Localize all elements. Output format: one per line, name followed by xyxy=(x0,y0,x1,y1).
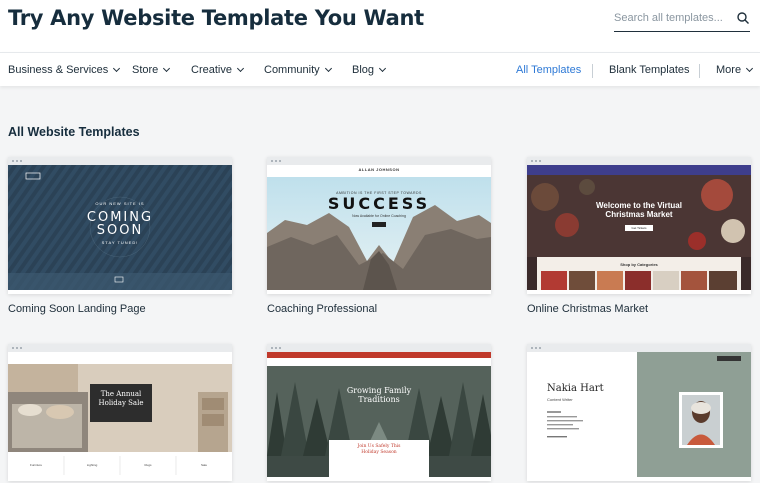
search-icon[interactable] xyxy=(736,11,750,25)
template-thumbnail: The Annual Holiday Sale Furniture Lighti… xyxy=(8,352,232,477)
chevron-down-icon xyxy=(113,64,121,73)
template-name[interactable]: Online Christmas Market xyxy=(527,303,648,315)
preview-category: Lighting xyxy=(86,463,98,467)
preview-headline: Traditions xyxy=(358,395,400,404)
browser-bar xyxy=(527,157,751,165)
preview-role: Content Writer xyxy=(547,397,573,402)
nav-label: Blog xyxy=(352,64,375,76)
preview-cta: Join Us Safely This xyxy=(357,444,401,449)
template-name[interactable]: Coaching Professional xyxy=(267,303,377,315)
template-card[interactable]: ALLAN JOHNSON AMBITION IS THE FIRST STEP… xyxy=(267,157,491,315)
template-card[interactable]: OUR NEW SITE IS COMING SOON STAY TUNED! … xyxy=(8,157,232,315)
template-preview[interactable]: Nakia Hart Content Writer xyxy=(527,344,751,481)
template-card[interactable]: Nakia Hart Content Writer xyxy=(527,344,751,481)
template-thumbnail: ALLAN JOHNSON AMBITION IS THE FIRST STEP… xyxy=(267,165,491,290)
preview-cta: Holiday Season xyxy=(361,450,397,455)
template-preview[interactable]: Growing Family Traditions Join Us Safely… xyxy=(267,344,491,481)
page-title: Try Any Website Template You Want xyxy=(8,6,424,30)
preview-headline: SUCCESS xyxy=(327,194,431,213)
preview-headline: Christmas Market xyxy=(605,210,673,219)
chevron-down-icon xyxy=(746,64,754,73)
preview-headline: Welcome to the Virtual xyxy=(596,201,682,210)
preview-subtext: Now Available for Online Coaching xyxy=(352,214,406,218)
browser-bar xyxy=(267,344,491,352)
browser-bar xyxy=(8,157,232,165)
preview-headline: SOON xyxy=(96,223,144,238)
template-card[interactable]: The Annual Holiday Sale Furniture Lighti… xyxy=(8,344,232,481)
search-input[interactable] xyxy=(614,7,732,29)
template-preview[interactable]: OUR NEW SITE IS COMING SOON STAY TUNED! xyxy=(8,157,232,294)
chevron-down-icon xyxy=(236,64,245,73)
chevron-down-icon xyxy=(324,64,332,73)
header: Try Any Website Template You Want xyxy=(0,0,760,52)
preview-headline: Holiday Sale xyxy=(98,399,144,407)
search-bar[interactable] xyxy=(614,7,750,32)
nav-label: More xyxy=(716,64,742,76)
browser-bar xyxy=(8,344,232,352)
browser-bar xyxy=(527,344,751,352)
tab-all-templates[interactable]: All Templates xyxy=(516,64,581,76)
nav-label: Creative xyxy=(191,64,232,76)
preview-eyebrow: OUR NEW SITE IS xyxy=(95,201,145,206)
preview-headline: The Annual xyxy=(100,390,142,398)
nav-store[interactable]: Store xyxy=(132,64,171,76)
template-thumbnail: OUR NEW SITE IS COMING SOON STAY TUNED! xyxy=(8,165,232,290)
template-card[interactable]: Growing Family Traditions Join Us Safely… xyxy=(267,344,491,481)
chevron-down-icon xyxy=(163,64,171,73)
chevron-down-icon xyxy=(378,64,387,73)
template-thumbnail: Nakia Hart Content Writer xyxy=(527,352,751,477)
preview-brand: ALLAN JOHNSON xyxy=(358,167,400,172)
nav-label: Business & Services xyxy=(8,64,109,76)
preview-category: Rugs xyxy=(144,463,152,467)
browser-bar xyxy=(267,157,491,165)
preview-tagline: STAY TUNED! xyxy=(101,240,139,245)
nav-label: Store xyxy=(132,64,159,76)
preview-category: Sale xyxy=(200,463,207,467)
template-card[interactable]: Welcome to the Virtual Christmas Market … xyxy=(527,157,751,315)
preview-headline: Growing Family xyxy=(346,386,412,395)
template-preview[interactable]: The Annual Holiday Sale Furniture Lighti… xyxy=(8,344,232,481)
nav-business-services[interactable]: Business & Services xyxy=(8,64,121,76)
nav-divider xyxy=(699,64,700,78)
template-preview[interactable]: Welcome to the Virtual Christmas Market … xyxy=(527,157,751,294)
template-thumbnail: Welcome to the Virtual Christmas Market … xyxy=(527,165,751,290)
category-nav: Business & Services Store Creative Commu… xyxy=(0,52,760,86)
template-name[interactable]: Coming Soon Landing Page xyxy=(8,303,146,315)
nav-blog[interactable]: Blog xyxy=(352,64,387,76)
nav-divider xyxy=(592,64,593,78)
nav-label: Community xyxy=(264,64,320,76)
preview-footer: Shop by Categories xyxy=(620,262,658,267)
nav-creative[interactable]: Creative xyxy=(191,64,245,76)
preview-button: Get Tickets xyxy=(631,226,647,230)
template-preview[interactable]: ALLAN JOHNSON AMBITION IS THE FIRST STEP… xyxy=(267,157,491,294)
tab-blank-templates[interactable]: Blank Templates xyxy=(609,64,690,76)
template-thumbnail: Growing Family Traditions Join Us Safely… xyxy=(267,352,491,477)
preview-category: Furniture xyxy=(29,463,42,467)
section-title: All Website Templates xyxy=(8,125,140,139)
preview-person-name: Nakia Hart xyxy=(547,383,604,394)
nav-community[interactable]: Community xyxy=(264,64,332,76)
nav-more[interactable]: More xyxy=(716,64,754,76)
